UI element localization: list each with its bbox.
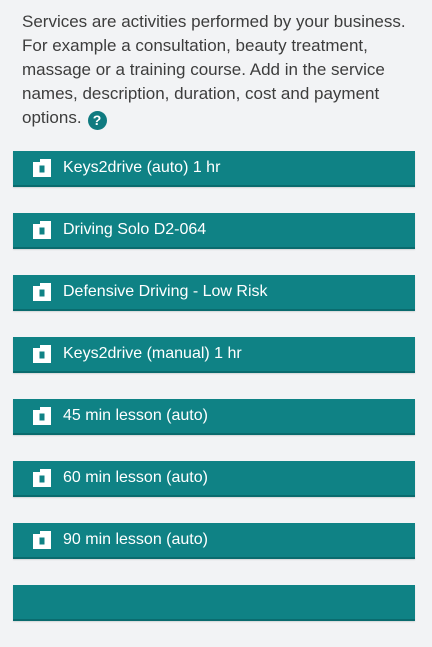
- service-item[interactable]: Keys2drive (auto) 1 hr: [13, 151, 415, 187]
- service-item[interactable]: Keys2drive (manual) 1 hr: [13, 337, 415, 373]
- service-item-partial[interactable]: [13, 585, 415, 621]
- service-icon: [33, 469, 51, 487]
- service-item-label: 90 min lesson (auto): [63, 531, 208, 548]
- services-intro-text: Services are activities performed by you…: [22, 12, 406, 127]
- service-item[interactable]: 90 min lesson (auto): [13, 523, 415, 559]
- service-item-label: Driving Solo D2-064: [63, 221, 207, 238]
- services-intro: Services are activities performed by you…: [22, 10, 417, 130]
- service-icon: [33, 159, 51, 177]
- help-icon[interactable]: ?: [87, 111, 107, 130]
- service-icon: [33, 531, 51, 549]
- service-item[interactable]: Driving Solo D2-064: [13, 213, 415, 249]
- service-item[interactable]: Defensive Driving - Low Risk: [13, 275, 415, 311]
- service-item-label: 45 min lesson (auto): [63, 407, 208, 424]
- service-item-label: Keys2drive (manual) 1 hr: [63, 345, 242, 362]
- service-item-label: 60 min lesson (auto): [63, 469, 208, 486]
- service-icon: [33, 407, 51, 425]
- service-item[interactable]: 60 min lesson (auto): [13, 461, 415, 497]
- services-list: Keys2drive (auto) 1 hr Driving Solo D2-0…: [13, 151, 415, 647]
- service-item-label: Defensive Driving - Low Risk: [63, 283, 268, 300]
- service-item[interactable]: 45 min lesson (auto): [13, 399, 415, 435]
- service-icon: [33, 345, 51, 363]
- service-icon: [33, 221, 51, 239]
- service-icon: [33, 283, 51, 301]
- service-item-label: Keys2drive (auto) 1 hr: [63, 159, 221, 176]
